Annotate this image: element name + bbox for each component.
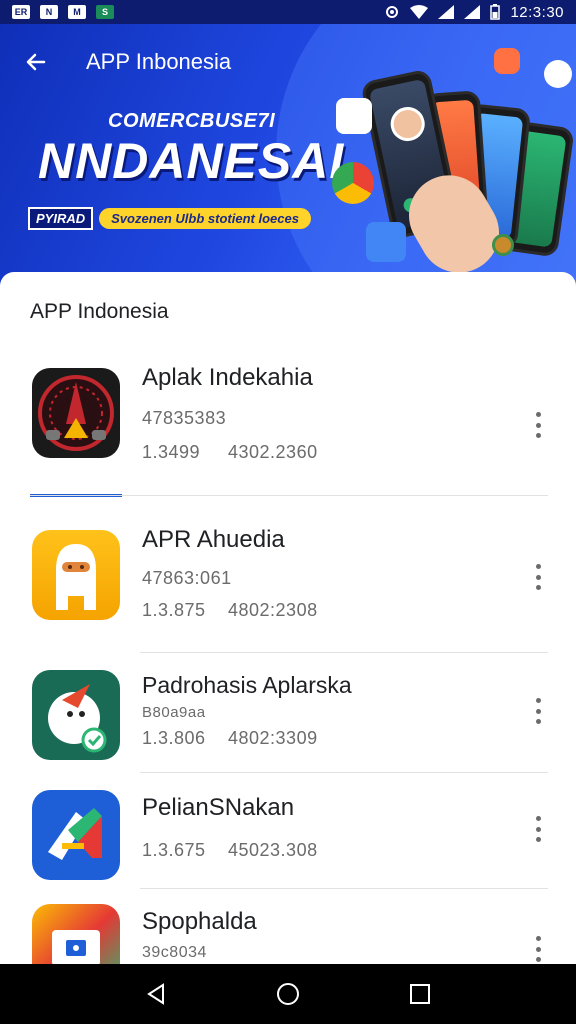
banner-tag-right: Svozenen Ulbb stotient loeces [99,208,311,229]
play-float-icon [366,222,406,262]
square-recents-icon [410,984,430,1004]
app-list-item[interactable]: APR Ahuedia 47863:061 1.3.875 4802:2308 [0,526,576,650]
system-nav-bar [0,964,576,1024]
app-name: Aplak Indekahia [142,364,313,391]
speedometer-app-icon [32,368,120,458]
app-name: Spophalda [142,908,257,935]
more-options-button[interactable] [526,694,550,728]
app-meta-primary: 47863:061 [142,568,232,588]
app-meta-primary: B80a9aa [142,704,206,721]
content-sheet: APP Indonesia Aplak Indekahia 47835383 1… [0,272,576,964]
header-banner: APP Inbonesia COMERCBUSE7I NNDANESAI PYI… [0,24,576,286]
section-title: APP Indonesia [30,300,169,323]
app-list-item[interactable]: Aplak Indekahia 47835383 1.3499 4302.236… [0,364,576,494]
check-float-icon [544,60,572,88]
circle-home-icon [277,983,299,1005]
banner-tag-row: PYIRAD Svozenen Ulbb stotient loeces [28,207,311,230]
app-meta-version: 1.3499 [142,442,201,462]
chrome-icon [332,162,374,204]
app-name: APR Ahuedia [142,526,285,553]
divider [30,495,548,496]
app-name: Padrohasis Aplarska [142,672,352,698]
status-notification-icons: ER N M S [12,5,114,19]
notification-icon-m: M [68,5,86,19]
watch-illustration [492,234,514,256]
ninja-app-icon [32,530,120,620]
app-name: PelianSNakan [142,794,295,821]
battery-icon [490,4,501,20]
arrow-left-icon [26,53,46,71]
signal-icon [438,5,455,19]
notification-icon-s: S [96,5,114,19]
app-meta-version: 1.3.675 [142,840,206,860]
status-time: 12:3:30 [510,3,564,21]
notification-icon-n: N [40,5,58,19]
back-button[interactable] [14,40,58,84]
app-meta-size: 4302.2360 [228,442,318,462]
more-options-button[interactable] [526,408,550,442]
phones-illustration [332,44,576,286]
app-list-item[interactable]: PelianSNakan 1.3.675 45023.308 [0,790,576,886]
toolbar: APP Inbonesia [0,40,360,84]
nav-recents-button[interactable] [396,970,444,1018]
banner-tag-left: PYIRAD [28,207,94,230]
signal-icon-2 [464,5,481,19]
more-options-button[interactable] [526,812,550,846]
nav-home-button[interactable] [264,970,312,1018]
bird-app-icon [32,670,120,760]
divider [140,652,548,653]
banner-title: NNDANESAI [38,133,345,189]
app-meta-version: 1.3.806 [142,728,206,748]
toolbar-title: APP Inbonesia [86,49,232,74]
settings-gear-icon [386,6,399,18]
wifi-icon [410,5,429,19]
more-options-button[interactable] [526,932,550,964]
banner-subtitle: COMERCBUSE7I [108,110,276,132]
app-list-item[interactable]: Spophalda 39c8034 [0,904,576,964]
nav-back-button[interactable] [132,970,180,1018]
app-meta-primary: 39c8034 [142,944,207,961]
contact-avatar [387,103,428,145]
divider [140,772,548,773]
app-list-item[interactable]: Padrohasis Aplarska B80a9aa 1.3.806 4802… [0,670,576,778]
triangle-back-icon [147,983,164,1005]
maps-float-icon [336,98,372,134]
status-system-icons: 12:3:30 [384,4,564,21]
app-meta-size: 4802:3309 [228,728,318,748]
app-meta-version: 1.3.875 [142,600,206,620]
app-meta-size: 4802:2308 [228,600,318,620]
app-meta-primary: 47835383 [142,408,227,428]
maps-app-icon [32,790,120,880]
orange-float-icon [494,48,520,74]
more-options-button[interactable] [526,560,550,594]
slides-app-icon [32,904,120,964]
divider [140,888,548,889]
status-bar: ER N M S 12:3:30 [0,0,576,24]
notification-icon-er: ER [12,5,30,19]
app-meta-size: 45023.308 [228,840,318,860]
